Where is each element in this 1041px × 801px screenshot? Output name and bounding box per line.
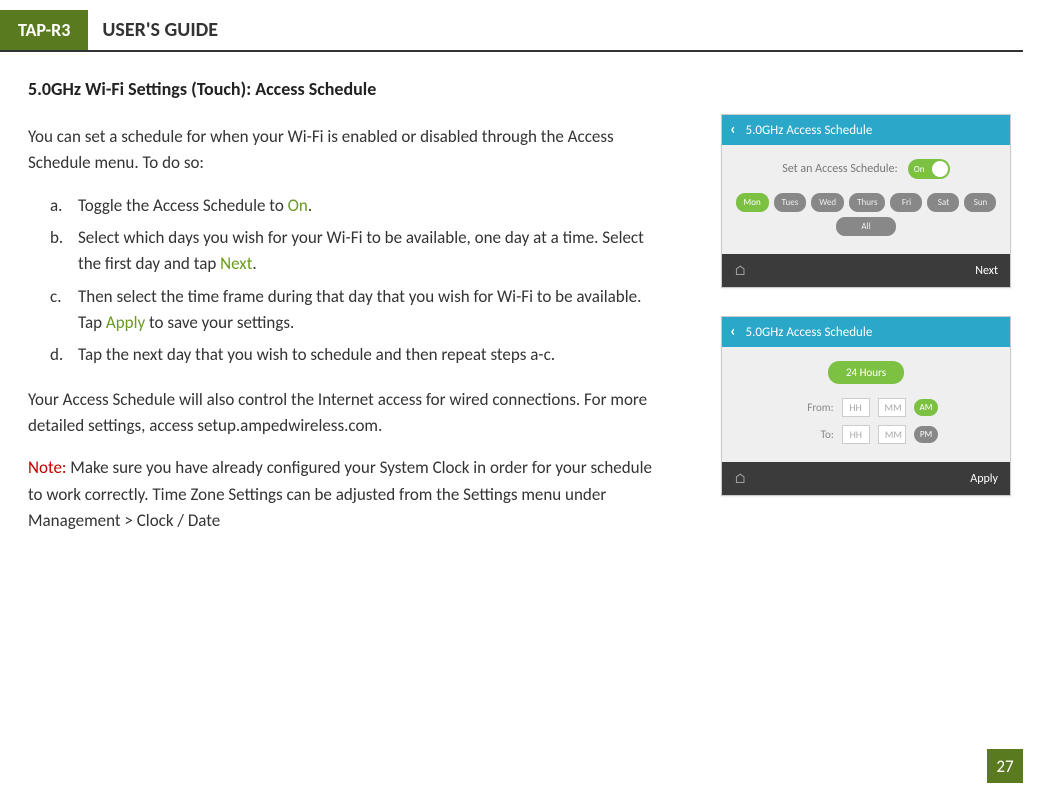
screen-footer: ⌂ Apply	[722, 462, 1010, 495]
day-sun[interactable]: Sun	[964, 193, 996, 212]
screen-header: ‹ 5.0GHz Access Schedule	[722, 317, 1010, 347]
from-hh-input[interactable]: HH	[842, 398, 870, 417]
page-number: 27	[987, 749, 1023, 783]
wired-note-paragraph: Your Access Schedule will also control t…	[28, 387, 668, 440]
step-text: Then select the time frame during that d…	[78, 284, 668, 337]
step-marker: a.	[50, 193, 78, 219]
intro-paragraph: You can set a schedule for when your Wi-…	[28, 124, 668, 177]
home-icon[interactable]: ⌂	[734, 262, 746, 279]
day-mon[interactable]: Mon	[736, 193, 769, 212]
screenshot-time: ‹ 5.0GHz Access Schedule 24 Hours From: …	[721, 316, 1011, 496]
to-row: To: HH MM PM	[734, 425, 998, 444]
screen-title: 5.0GHz Access Schedule	[746, 325, 873, 340]
screen-header: ‹ 5.0GHz Access Schedule	[722, 115, 1010, 145]
product-badge: TAP-R3	[0, 10, 88, 50]
keyword-apply: Apply	[106, 312, 145, 333]
from-label: From:	[794, 401, 834, 414]
step-text-post: .	[252, 253, 256, 274]
to-label: To:	[794, 428, 834, 441]
step-text: Tap the next day that you wish to schedu…	[78, 342, 668, 368]
doc-title: USER'S GUIDE	[88, 10, 232, 50]
page-content: 5.0GHz Wi-Fi Settings (Touch): Access Sc…	[0, 52, 1041, 534]
home-icon[interactable]: ⌂	[734, 470, 746, 487]
24-hours-pill[interactable]: 24 Hours	[828, 361, 904, 384]
hours-row: 24 Hours	[734, 361, 998, 384]
screenshot-days: ‹ 5.0GHz Access Schedule Set an Access S…	[721, 114, 1011, 288]
from-am-toggle[interactable]: AM	[914, 399, 939, 416]
back-icon[interactable]: ‹	[730, 324, 736, 340]
screen-body: 24 Hours From: HH MM AM To: HH MM PM	[722, 347, 1010, 462]
step-text: Toggle the Access Schedule to On.	[78, 193, 668, 219]
day-sat[interactable]: Sat	[927, 193, 959, 212]
apply-button[interactable]: Apply	[970, 472, 998, 486]
keyword-on: On	[288, 195, 308, 216]
next-button[interactable]: Next	[975, 264, 998, 278]
step-d: d. Tap the next day that you wish to sch…	[50, 342, 668, 368]
toggle-label: Set an Access Schedule:	[782, 162, 898, 176]
step-marker: d.	[50, 342, 78, 368]
note-text: Make sure you have already configured yo…	[28, 457, 652, 531]
time-rows: From: HH MM AM To: HH MM PM	[734, 398, 998, 444]
toggle-row: Set an Access Schedule: On	[734, 159, 998, 179]
from-mm-input[interactable]: MM	[878, 398, 906, 417]
step-text-post: to save your settings.	[145, 312, 294, 333]
day-all[interactable]: All	[836, 217, 896, 236]
steps-list: a. Toggle the Access Schedule to On. b. …	[50, 193, 668, 369]
screen-title: 5.0GHz Access Schedule	[746, 123, 873, 138]
step-marker: b.	[50, 225, 78, 278]
day-fri[interactable]: Fri	[890, 193, 922, 212]
schedule-toggle[interactable]: On	[908, 159, 950, 179]
back-icon[interactable]: ‹	[730, 122, 736, 138]
step-text: Select which days you wish for your Wi-F…	[78, 225, 668, 278]
step-text-pre: Select which days you wish for your Wi-F…	[78, 227, 644, 274]
screenshot-column: ‹ 5.0GHz Access Schedule Set an Access S…	[721, 114, 1011, 524]
step-marker: c.	[50, 284, 78, 337]
section-title: 5.0GHz Wi-Fi Settings (Touch): Access Sc…	[28, 78, 1013, 100]
days-grid: Mon Tues Wed Thurs Fri Sat Sun All	[734, 193, 998, 236]
to-pm-toggle[interactable]: PM	[914, 426, 938, 443]
page-header: TAP-R3 USER'S GUIDE	[0, 10, 1023, 52]
step-text-post: .	[308, 195, 312, 216]
keyword-next: Next	[220, 253, 252, 274]
to-hh-input[interactable]: HH	[842, 425, 870, 444]
day-thurs[interactable]: Thurs	[849, 193, 885, 212]
step-a: a. Toggle the Access Schedule to On.	[50, 193, 668, 219]
note-label: Note:	[28, 457, 66, 478]
step-c: c. Then select the time frame during tha…	[50, 284, 668, 337]
from-row: From: HH MM AM	[734, 398, 998, 417]
to-mm-input[interactable]: MM	[878, 425, 906, 444]
day-wed[interactable]: Wed	[811, 193, 844, 212]
step-text-pre: Toggle the Access Schedule to	[78, 195, 288, 216]
day-tues[interactable]: Tues	[774, 193, 807, 212]
step-b: b. Select which days you wish for your W…	[50, 225, 668, 278]
screen-body: Set an Access Schedule: On Mon Tues Wed …	[722, 145, 1010, 254]
screen-footer: ⌂ Next	[722, 254, 1010, 287]
note-paragraph: Note: Make sure you have already configu…	[28, 455, 668, 534]
